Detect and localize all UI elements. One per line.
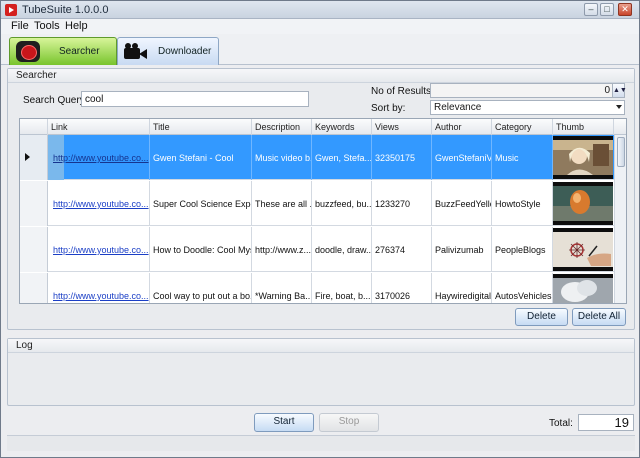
column-header-link[interactable]: Link bbox=[48, 119, 150, 135]
thumbnail-egg-image[interactable] bbox=[553, 182, 613, 225]
menu-file[interactable]: File bbox=[11, 20, 29, 32]
record-icon bbox=[16, 41, 40, 62]
cell-views[interactable]: 32350175 bbox=[372, 135, 432, 180]
menu-tools[interactable]: Tools bbox=[34, 20, 60, 32]
grid-corner bbox=[20, 119, 48, 135]
cell-author[interactable]: BuzzFeedYellow bbox=[432, 181, 492, 226]
delete-all-button[interactable]: Delete All bbox=[572, 308, 626, 326]
current-row-arrow-icon bbox=[25, 153, 30, 161]
no-of-results-stepper[interactable]: 0 ▲▼ bbox=[430, 83, 627, 98]
thumbnail-smoke-image[interactable] bbox=[553, 274, 613, 304]
cell-author[interactable]: Haywiredigital bbox=[432, 273, 492, 303]
table-row[interactable]: http://www.youtube.co... Gwen Stefani - … bbox=[20, 135, 614, 180]
column-header-views[interactable]: Views bbox=[372, 119, 432, 135]
column-header-author[interactable]: Author bbox=[432, 119, 492, 135]
menu-help[interactable]: Help bbox=[65, 20, 88, 32]
no-of-results-value: 0 bbox=[604, 85, 610, 96]
total-value-field: 19 bbox=[578, 414, 634, 431]
cell-title[interactable]: Super Cool Science Exper... bbox=[150, 181, 252, 226]
cell-title[interactable]: How to Doodle: Cool Mys... bbox=[150, 227, 252, 272]
spin-arrows-icon[interactable]: ▲▼ bbox=[612, 84, 627, 97]
cell-category[interactable]: PeopleBlogs bbox=[492, 227, 553, 272]
column-header-category[interactable]: Category bbox=[492, 119, 553, 135]
title-bar: TubeSuite 1.0.0.0 – □ ✕ bbox=[1, 1, 639, 19]
cell-title[interactable]: Gwen Stefani - Cool bbox=[150, 135, 252, 180]
tab-strip: Searcher Downloader bbox=[1, 34, 639, 65]
table-row[interactable]: http://www.youtube.co... Cool way to put… bbox=[20, 273, 614, 304]
maximize-button[interactable]: □ bbox=[600, 3, 614, 16]
row-header[interactable] bbox=[20, 227, 48, 272]
cell-keywords[interactable]: doodle, draw... bbox=[312, 227, 372, 272]
youtube-app-icon bbox=[5, 4, 17, 16]
cell-link[interactable]: http://www.youtube.co... bbox=[48, 273, 150, 303]
cell-views[interactable]: 1233270 bbox=[372, 181, 432, 226]
row-header[interactable] bbox=[20, 181, 48, 226]
cell-category[interactable]: HowtoStyle bbox=[492, 181, 553, 226]
row-header[interactable] bbox=[20, 135, 48, 180]
status-bar bbox=[7, 435, 635, 451]
table-row[interactable]: http://www.youtube.co... How to Doodle: … bbox=[20, 227, 614, 272]
thumbnail-drawing-image[interactable] bbox=[553, 228, 613, 271]
cell-link[interactable]: http://www.youtube.co... bbox=[48, 135, 150, 180]
cell-description[interactable]: *Warning Ba... bbox=[252, 273, 312, 303]
results-grid[interactable]: Link Title Description Keywords Views Au… bbox=[19, 118, 627, 304]
no-of-results-label: No of Results: bbox=[371, 86, 434, 97]
window-title: TubeSuite 1.0.0.0 bbox=[22, 4, 109, 16]
grid-vertical-scrollbar[interactable] bbox=[614, 135, 626, 303]
start-button[interactable]: Start bbox=[254, 413, 314, 432]
sort-by-select[interactable]: Relevance bbox=[430, 100, 625, 115]
close-button[interactable]: ✕ bbox=[618, 3, 632, 16]
chevron-down-icon[interactable] bbox=[616, 105, 622, 109]
cell-title[interactable]: Cool way to put out a bo... bbox=[150, 273, 252, 303]
tab-downloader[interactable]: Downloader bbox=[117, 37, 219, 65]
column-header-description[interactable]: Description bbox=[252, 119, 312, 135]
cell-description[interactable]: These are all ... bbox=[252, 181, 312, 226]
cell-author[interactable]: GwenStefaniV... bbox=[432, 135, 492, 180]
cell-keywords[interactable]: buzzfeed, bu... bbox=[312, 181, 372, 226]
log-panel-title: Log bbox=[16, 340, 33, 351]
cell-keywords[interactable]: Gwen, Stefa... bbox=[312, 135, 372, 180]
cell-description[interactable]: Music video b... bbox=[252, 135, 312, 180]
column-header-keywords[interactable]: Keywords bbox=[312, 119, 372, 135]
cell-keywords[interactable]: Fire, boat, b... bbox=[312, 273, 372, 303]
searcher-panel-title: Searcher bbox=[16, 70, 57, 81]
tab-downloader-label: Downloader bbox=[158, 46, 212, 57]
cell-views[interactable]: 276374 bbox=[372, 227, 432, 272]
row-header[interactable] bbox=[20, 273, 48, 303]
column-header-title[interactable]: Title bbox=[150, 119, 252, 135]
cell-views[interactable]: 3170026 bbox=[372, 273, 432, 303]
tab-searcher[interactable]: Searcher bbox=[9, 37, 117, 65]
sort-by-label: Sort by: bbox=[371, 103, 406, 114]
main-window: TubeSuite 1.0.0.0 – □ ✕ File Tools Help … bbox=[0, 0, 640, 458]
scrollbar-thumb[interactable] bbox=[617, 137, 625, 167]
sort-by-value: Relevance bbox=[434, 102, 482, 113]
grid-header: Link Title Description Keywords Views Au… bbox=[20, 119, 626, 135]
stop-button[interactable]: Stop bbox=[319, 413, 379, 432]
tab-searcher-label: Searcher bbox=[59, 46, 100, 57]
video-camera-icon bbox=[124, 43, 148, 61]
cell-category[interactable]: AutosVehicles bbox=[492, 273, 553, 303]
cell-author[interactable]: Palivizumab bbox=[432, 227, 492, 272]
searcher-panel-header: Searcher bbox=[8, 69, 634, 83]
column-header-thumb[interactable]: Thumb bbox=[553, 119, 614, 135]
table-row[interactable]: http://www.youtube.co... Super Cool Scie… bbox=[20, 181, 614, 226]
total-label: Total: bbox=[549, 418, 573, 429]
minimize-button[interactable]: – bbox=[584, 3, 598, 16]
cell-link[interactable]: http://www.youtube.co... bbox=[48, 181, 150, 226]
delete-button[interactable]: Delete bbox=[515, 308, 568, 326]
search-query-label: Search Query: bbox=[23, 95, 88, 106]
cell-category[interactable]: Music bbox=[492, 135, 553, 180]
thumbnail-woman-image[interactable] bbox=[553, 136, 613, 179]
cell-description[interactable]: http://www.z... bbox=[252, 227, 312, 272]
search-query-input[interactable] bbox=[81, 91, 309, 107]
log-panel: Log bbox=[7, 338, 635, 406]
menu-bar: File Tools Help bbox=[1, 19, 639, 34]
log-panel-header: Log bbox=[8, 339, 634, 353]
cell-link[interactable]: http://www.youtube.co... bbox=[48, 227, 150, 272]
